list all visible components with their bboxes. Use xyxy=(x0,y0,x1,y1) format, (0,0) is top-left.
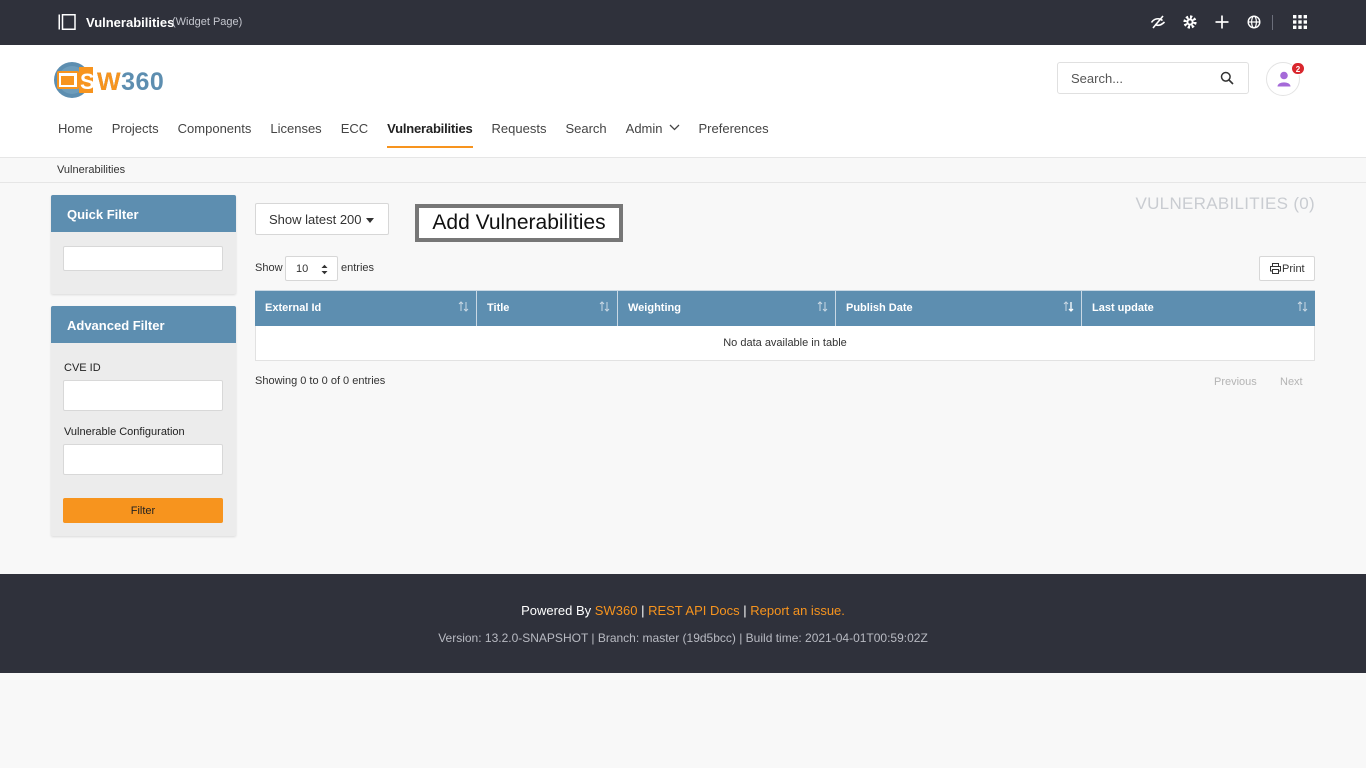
show-latest-dropdown[interactable]: Show latest 200 xyxy=(255,203,389,235)
topbar-divider xyxy=(1272,15,1273,30)
column-label: Last update xyxy=(1092,302,1154,314)
quick-filter-panel: Quick Filter xyxy=(51,195,236,294)
table-info: Showing 0 to 0 of 0 entries xyxy=(255,375,386,387)
site-header: SW360 W360 W 2 Home Projects Components … xyxy=(0,45,1366,158)
chevron-down-icon xyxy=(669,124,679,131)
filter-button[interactable]: Filter xyxy=(63,498,223,523)
nav-item-projects[interactable]: Projects xyxy=(112,121,159,148)
caret-down-icon xyxy=(366,218,374,223)
advanced-filter-panel: Advanced Filter CVE ID Vulnerable Config… xyxy=(51,306,236,536)
quick-filter-title: Quick Filter xyxy=(51,195,236,232)
sw360-logo[interactable]: SW360 W360 W xyxy=(53,60,173,100)
search-input[interactable] xyxy=(1058,63,1218,93)
column-external-id[interactable]: External Id xyxy=(255,291,477,326)
printer-icon xyxy=(1270,263,1281,274)
nav-item-admin[interactable]: Admin xyxy=(626,121,680,148)
select-arrows-icon xyxy=(321,264,328,275)
gear-icon[interactable] xyxy=(1182,14,1198,30)
column-last-update[interactable]: Last update xyxy=(1082,291,1315,326)
user-icon xyxy=(1277,71,1291,87)
column-label: Title xyxy=(487,302,510,314)
nav-label: Admin xyxy=(625,121,663,136)
column-weighting[interactable]: Weighting xyxy=(618,291,836,326)
add-vulnerabilities-button[interactable]: Add Vulnerabilities xyxy=(415,204,623,242)
column-publish-date[interactable]: Publish Date xyxy=(836,291,1082,326)
sort-icon xyxy=(599,301,610,312)
nav-item-home[interactable]: Home xyxy=(58,121,93,148)
cve-id-label: CVE ID xyxy=(64,362,101,374)
nav-label: Components xyxy=(177,121,252,136)
previous-page-button[interactable]: Previous xyxy=(1214,376,1257,388)
breadcrumb-current[interactable]: Vulnerabilities xyxy=(57,164,125,176)
main-nav: Home Projects Components Licenses ECC Vu… xyxy=(58,121,788,151)
rest-api-docs-link[interactable]: REST API Docs xyxy=(648,603,740,618)
column-label: External Id xyxy=(265,302,322,314)
entries-value: 10 xyxy=(296,263,309,275)
nav-item-requests[interactable]: Requests xyxy=(492,121,547,148)
table-header: External Id Title Weighting Publish Date… xyxy=(255,290,1315,326)
nav-label: Home xyxy=(58,121,93,136)
advanced-filter-title: Advanced Filter xyxy=(51,306,236,343)
footer-separator: | xyxy=(641,603,645,618)
cve-id-input[interactable] xyxy=(63,380,223,411)
vulnerabilities-table: External Id Title Weighting Publish Date… xyxy=(255,290,1315,361)
version-info: Version: 13.2.0-SNAPSHOT | Branch: maste… xyxy=(438,631,928,645)
top-bar: Vulnerabilities (Widget Page) xyxy=(0,0,1366,45)
report-issue-link[interactable]: Report an issue. xyxy=(750,603,845,618)
sw360-link[interactable]: SW360 xyxy=(595,603,638,618)
table-body: No data available in table xyxy=(255,326,1315,361)
nav-label: Vulnerabilities xyxy=(387,121,473,136)
search-icon[interactable] xyxy=(1220,71,1234,85)
search-box xyxy=(1057,62,1249,94)
sort-icon xyxy=(1297,301,1308,312)
svg-text:W: W xyxy=(97,68,121,96)
show-latest-label: Show latest 200 xyxy=(269,212,362,227)
column-title[interactable]: Title xyxy=(477,291,618,326)
plus-icon[interactable] xyxy=(1214,14,1230,30)
page-subtitle: (Widget Page) xyxy=(172,16,243,28)
nav-item-licenses[interactable]: Licenses xyxy=(270,121,321,148)
powered-by-text: Powered By xyxy=(521,603,592,618)
footer-separator: | xyxy=(743,603,747,618)
site-footer: Powered By SW360 | REST API Docs | Repor… xyxy=(0,574,1366,673)
nav-label: Search xyxy=(565,121,607,136)
notification-badge: 2 xyxy=(1291,62,1305,75)
entries-select[interactable]: 10 xyxy=(285,256,338,281)
empty-table-message: No data available in table xyxy=(723,337,847,349)
show-label: Show xyxy=(255,262,283,274)
nav-label: Projects xyxy=(111,121,159,136)
breadcrumb: Vulnerabilities xyxy=(0,158,1366,183)
column-label: Publish Date xyxy=(846,302,913,314)
nav-item-preferences[interactable]: Preferences xyxy=(699,121,769,148)
sidebar-toggle-icon[interactable] xyxy=(58,14,76,30)
sort-icon xyxy=(458,301,469,312)
nav-label: Requests xyxy=(491,121,547,136)
vulnerable-config-label: Vulnerable Configuration xyxy=(64,426,185,438)
page-title: Vulnerabilities xyxy=(86,15,175,30)
nav-label: Preferences xyxy=(698,121,769,136)
quick-filter-input[interactable] xyxy=(63,246,223,271)
nav-item-components[interactable]: Components xyxy=(178,121,252,148)
globe-icon[interactable] xyxy=(1246,14,1262,30)
entries-label: entries xyxy=(341,262,375,274)
nav-item-ecc[interactable]: ECC xyxy=(341,121,368,148)
print-label: Print xyxy=(1282,263,1305,275)
footer-links: Powered By SW360 | REST API Docs | Repor… xyxy=(0,603,1366,618)
sort-desc-icon xyxy=(1063,301,1074,312)
apps-grid-icon[interactable] xyxy=(1292,14,1308,30)
next-page-button[interactable]: Next xyxy=(1280,376,1303,388)
nav-label: Licenses xyxy=(270,121,322,136)
vulnerabilities-count-title: VULNERABILITIES (0) xyxy=(1135,194,1315,213)
nav-item-vulnerabilities[interactable]: Vulnerabilities xyxy=(387,121,473,148)
sort-icon xyxy=(817,301,828,312)
vulnerable-config-input[interactable] xyxy=(63,444,223,475)
nav-item-search[interactable]: Search xyxy=(565,121,606,148)
print-button[interactable]: Print xyxy=(1259,256,1315,281)
column-label: Weighting xyxy=(628,302,681,314)
nav-label: ECC xyxy=(340,121,369,136)
eye-slash-icon[interactable] xyxy=(1150,14,1166,30)
